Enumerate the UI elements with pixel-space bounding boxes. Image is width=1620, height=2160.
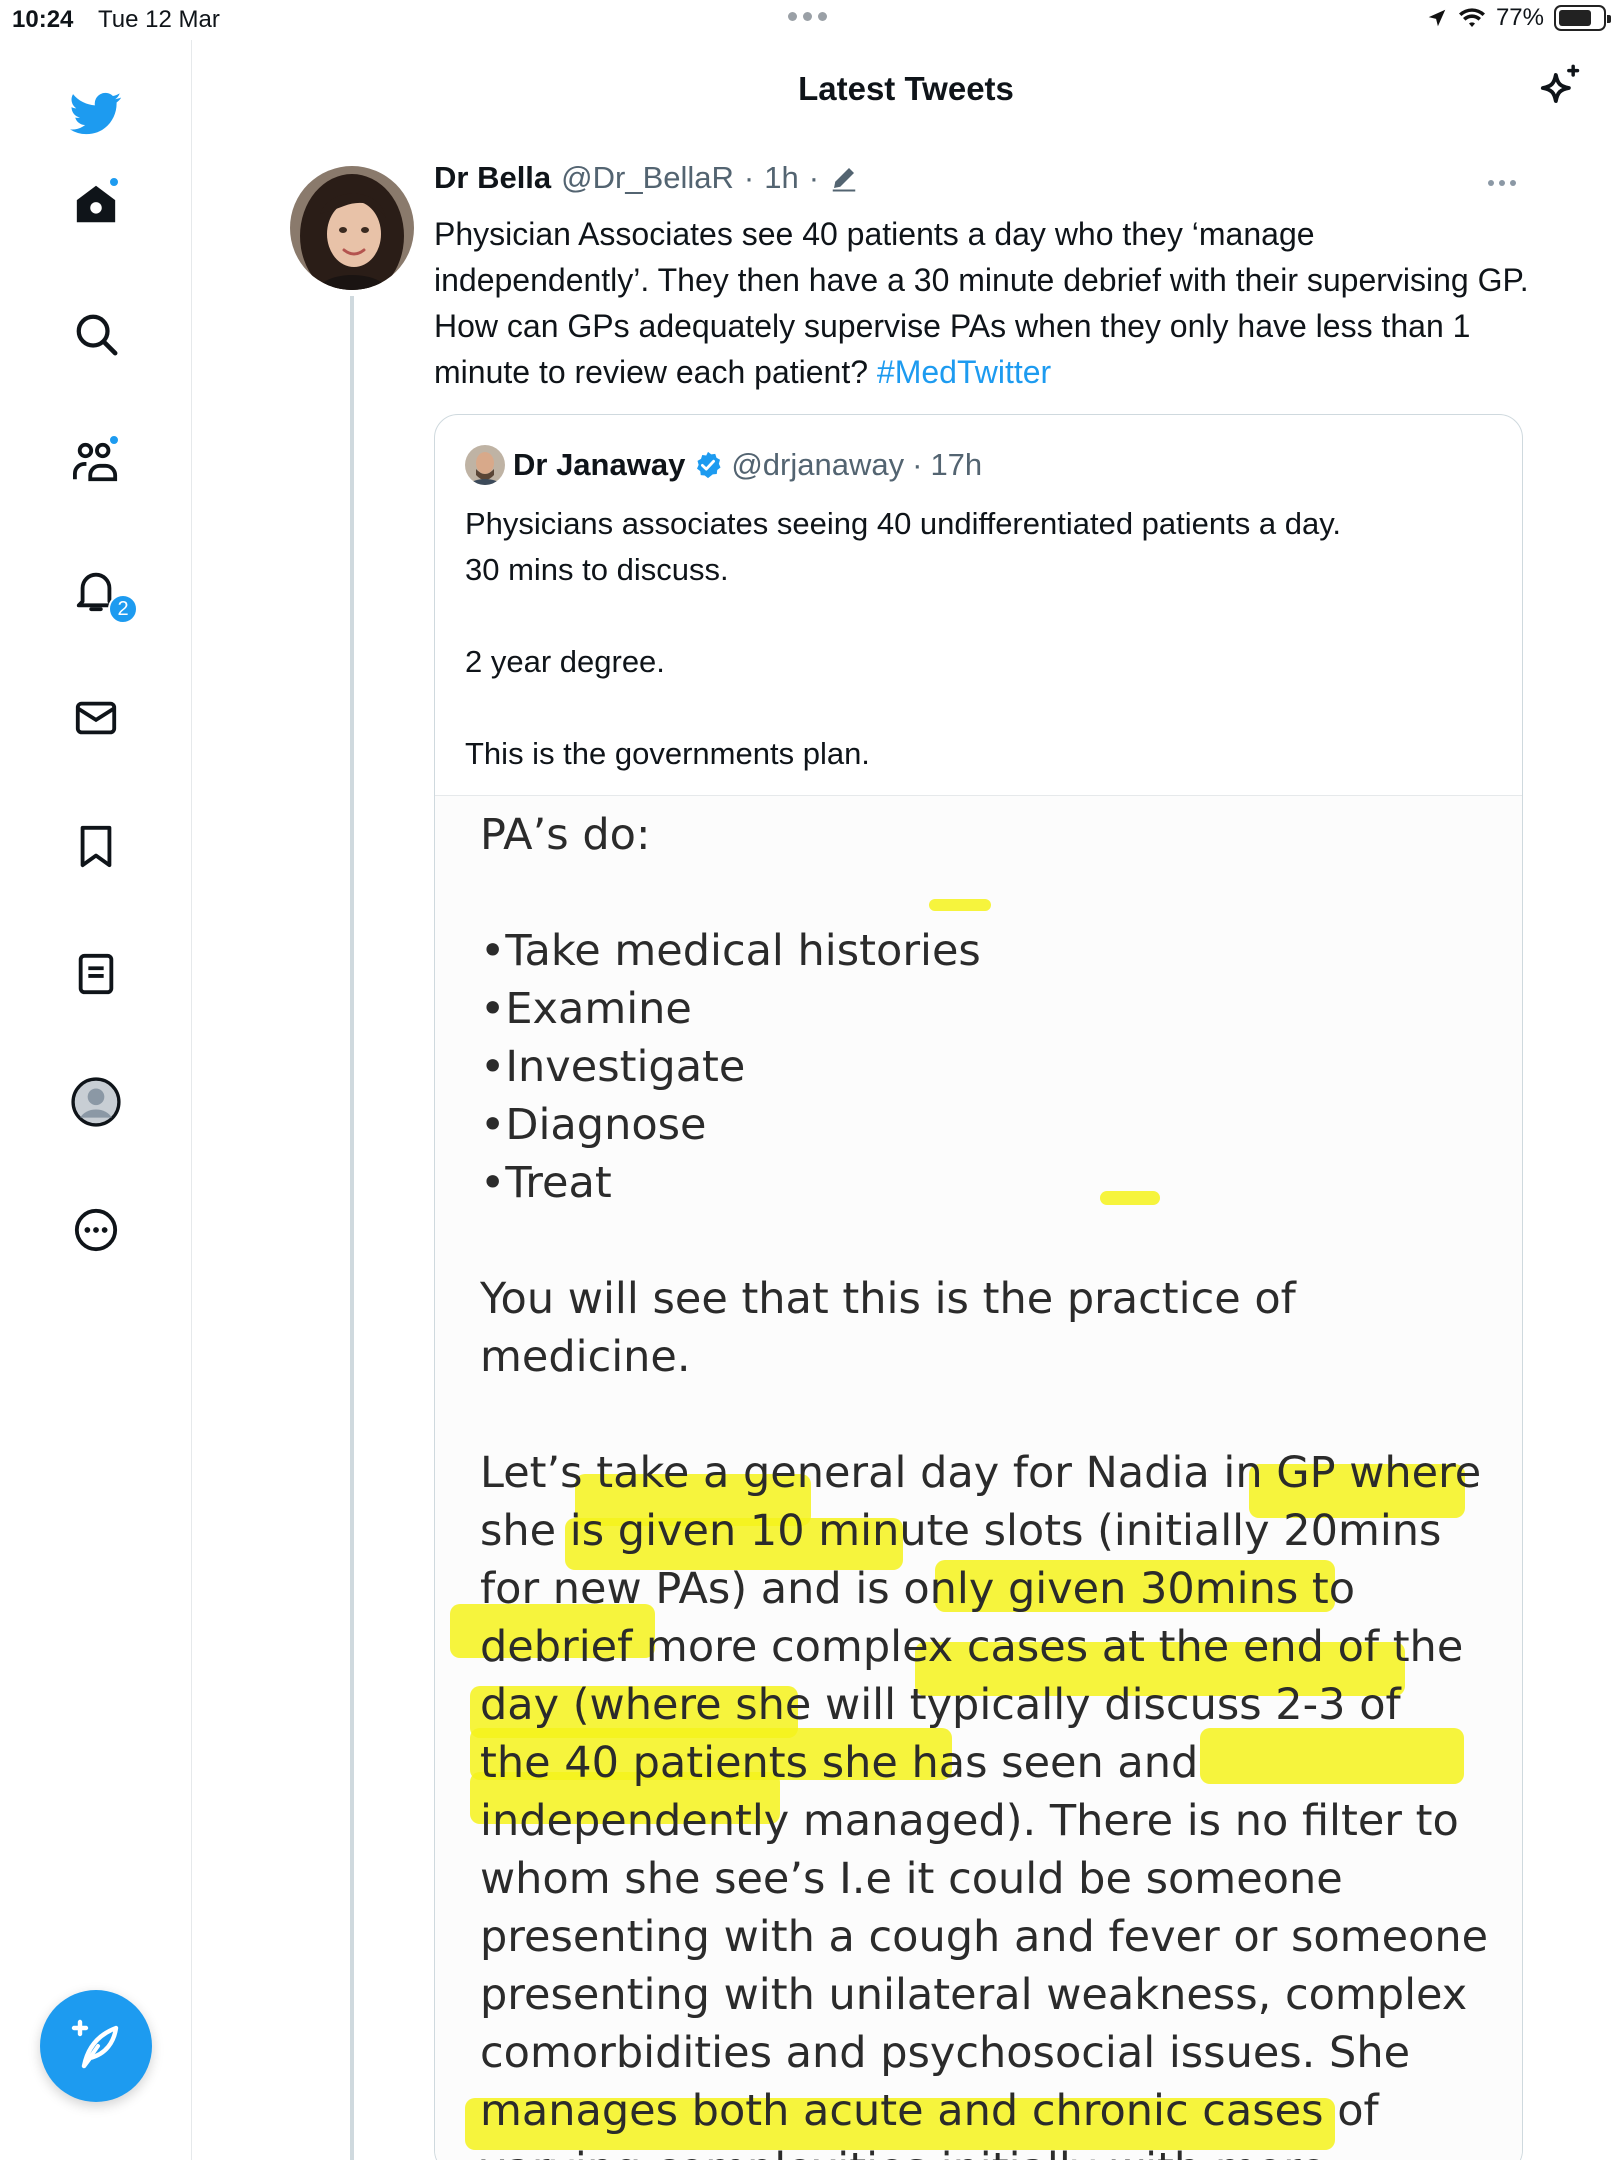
doc-line: she is given 10 minute slots (initially …: [480, 1506, 1442, 1556]
sidebar-item-messages[interactable]: [70, 692, 122, 744]
battery-icon: [1554, 5, 1611, 31]
verified-badge-icon: [697, 451, 721, 479]
tweet-text: Physician Associates see 40 patients a d…: [434, 211, 1534, 395]
lists-icon: [78, 953, 114, 995]
separator: ·: [808, 160, 820, 195]
battery-percent: 77%: [1495, 4, 1544, 31]
wifi-icon: [1458, 8, 1485, 27]
more-circle-icon: [74, 1208, 118, 1252]
separator: ·: [912, 447, 923, 482]
separator: ·: [743, 160, 755, 195]
sidebar-item-home[interactable]: [70, 176, 122, 230]
doc-heading: PA’s do:: [480, 810, 651, 860]
doc-line: day (where she will typically discuss 2-…: [480, 1680, 1401, 1730]
doc-line: Let’s take a general day for Nadia in GP…: [480, 1448, 1482, 1498]
quoted-tweet-header: Dr Janaway @drjanaway · 17h: [513, 445, 982, 485]
doc-line: varying complexities initially with more: [480, 2140, 1500, 2160]
tweet-more-options-button[interactable]: [1488, 180, 1516, 186]
doc-line: presenting with unilateral weakness, com…: [480, 1970, 1468, 2020]
doc-line: presenting with a cough and fever or som…: [480, 1912, 1489, 1962]
sidebar: 2: [0, 40, 192, 2160]
notifications-badge: 2: [108, 594, 138, 624]
pencil-icon[interactable]: [829, 163, 859, 193]
quoted-tweet-timestamp: 17h: [930, 447, 983, 482]
doc-line: for new PAs) and is only given 30mins to: [480, 1564, 1356, 1614]
doc-bullet: •Treat: [480, 1158, 612, 1208]
avatar-icon: [71, 1077, 121, 1127]
tweet-author-handle[interactable]: @Dr_BellaR: [561, 160, 734, 196]
search-icon: [76, 314, 118, 356]
document-text: PA’s do: •Take medical histories •Examin…: [480, 806, 1500, 2160]
status-right: 77%: [1426, 4, 1611, 32]
compose-tweet-icon: [71, 2019, 119, 2069]
doc-bullet: •Take medical histories: [480, 926, 981, 976]
status-date: Tue 12 Mar: [98, 6, 220, 33]
quoted-line: This is the governments plan.: [465, 736, 870, 771]
quoted-line: 2 year degree.: [465, 644, 665, 679]
doc-bullet: •Investigate: [480, 1042, 746, 1092]
sidebar-item-profile[interactable]: [70, 1076, 122, 1128]
location-arrow-icon: [1428, 9, 1446, 27]
status-time: 10:24: [12, 6, 74, 33]
doc-bullet: •Diagnose: [480, 1100, 707, 1150]
doc-line: manages both acute and chronic cases of: [480, 2086, 1379, 2136]
quoted-author-name: Dr Janaway: [513, 447, 686, 482]
hashtag-link[interactable]: #MedTwitter: [877, 354, 1051, 390]
quoted-tweet-text: Physicians associates seeing 40 undiffer…: [465, 501, 1485, 777]
bookmark-icon: [80, 825, 112, 868]
sidebar-item-communities[interactable]: [70, 434, 122, 488]
multitasking-dots[interactable]: [788, 12, 827, 21]
top-tweets-toggle-button[interactable]: [1532, 62, 1584, 114]
quoted-tweet-card[interactable]: Dr Janaway @drjanaway · 17h Physicians a…: [434, 414, 1523, 2160]
sidebar-item-explore[interactable]: [70, 308, 122, 360]
tweet-author-avatar[interactable]: [290, 166, 414, 290]
quoted-line: Physicians associates seeing 40 undiffer…: [465, 506, 1342, 541]
tweet-author-name[interactable]: Dr Bella: [434, 160, 551, 196]
doc-line: the 40 patients she has seen and: [480, 1738, 1199, 1788]
doc-line: whom she see’s I.e it could be someone: [480, 1854, 1343, 1904]
sidebar-item-more[interactable]: [70, 1204, 122, 1256]
sidebar-item-bookmarks[interactable]: [70, 820, 122, 872]
sparkle-icon: [1540, 64, 1580, 103]
sidebar-item-lists[interactable]: [70, 948, 122, 1000]
doc-bullet: •Examine: [480, 984, 692, 1034]
page-title: Latest Tweets: [798, 70, 1014, 107]
envelope-icon: [75, 701, 117, 735]
compose-tweet-button[interactable]: [40, 1990, 152, 2102]
doc-line: debrief more complex cases at the end of…: [480, 1622, 1464, 1672]
quoted-author-avatar: [465, 445, 505, 485]
twitter-logo-icon[interactable]: [70, 88, 122, 140]
doc-line: independently managed). There is no filt…: [480, 1796, 1459, 1846]
quoted-tweet-image[interactable]: PA’s do: •Take medical histories •Examin…: [435, 795, 1522, 2160]
doc-line: You will see that this is the practice o…: [480, 1274, 1296, 1324]
thread-line: [350, 296, 354, 2160]
doc-line: medicine.: [480, 1332, 691, 1382]
tweet-timestamp[interactable]: 1h: [764, 160, 798, 196]
doc-line: comorbidities and psychosocial issues. S…: [480, 2028, 1411, 2078]
quoted-line: 30 mins to discuss.: [465, 552, 729, 587]
tweet-header: Dr Bella @Dr_BellaR · 1h ·: [434, 160, 859, 196]
quoted-author-handle: @drjanaway: [731, 447, 905, 482]
status-bar: 10:24 Tue 12 Mar 77%: [0, 0, 1620, 40]
